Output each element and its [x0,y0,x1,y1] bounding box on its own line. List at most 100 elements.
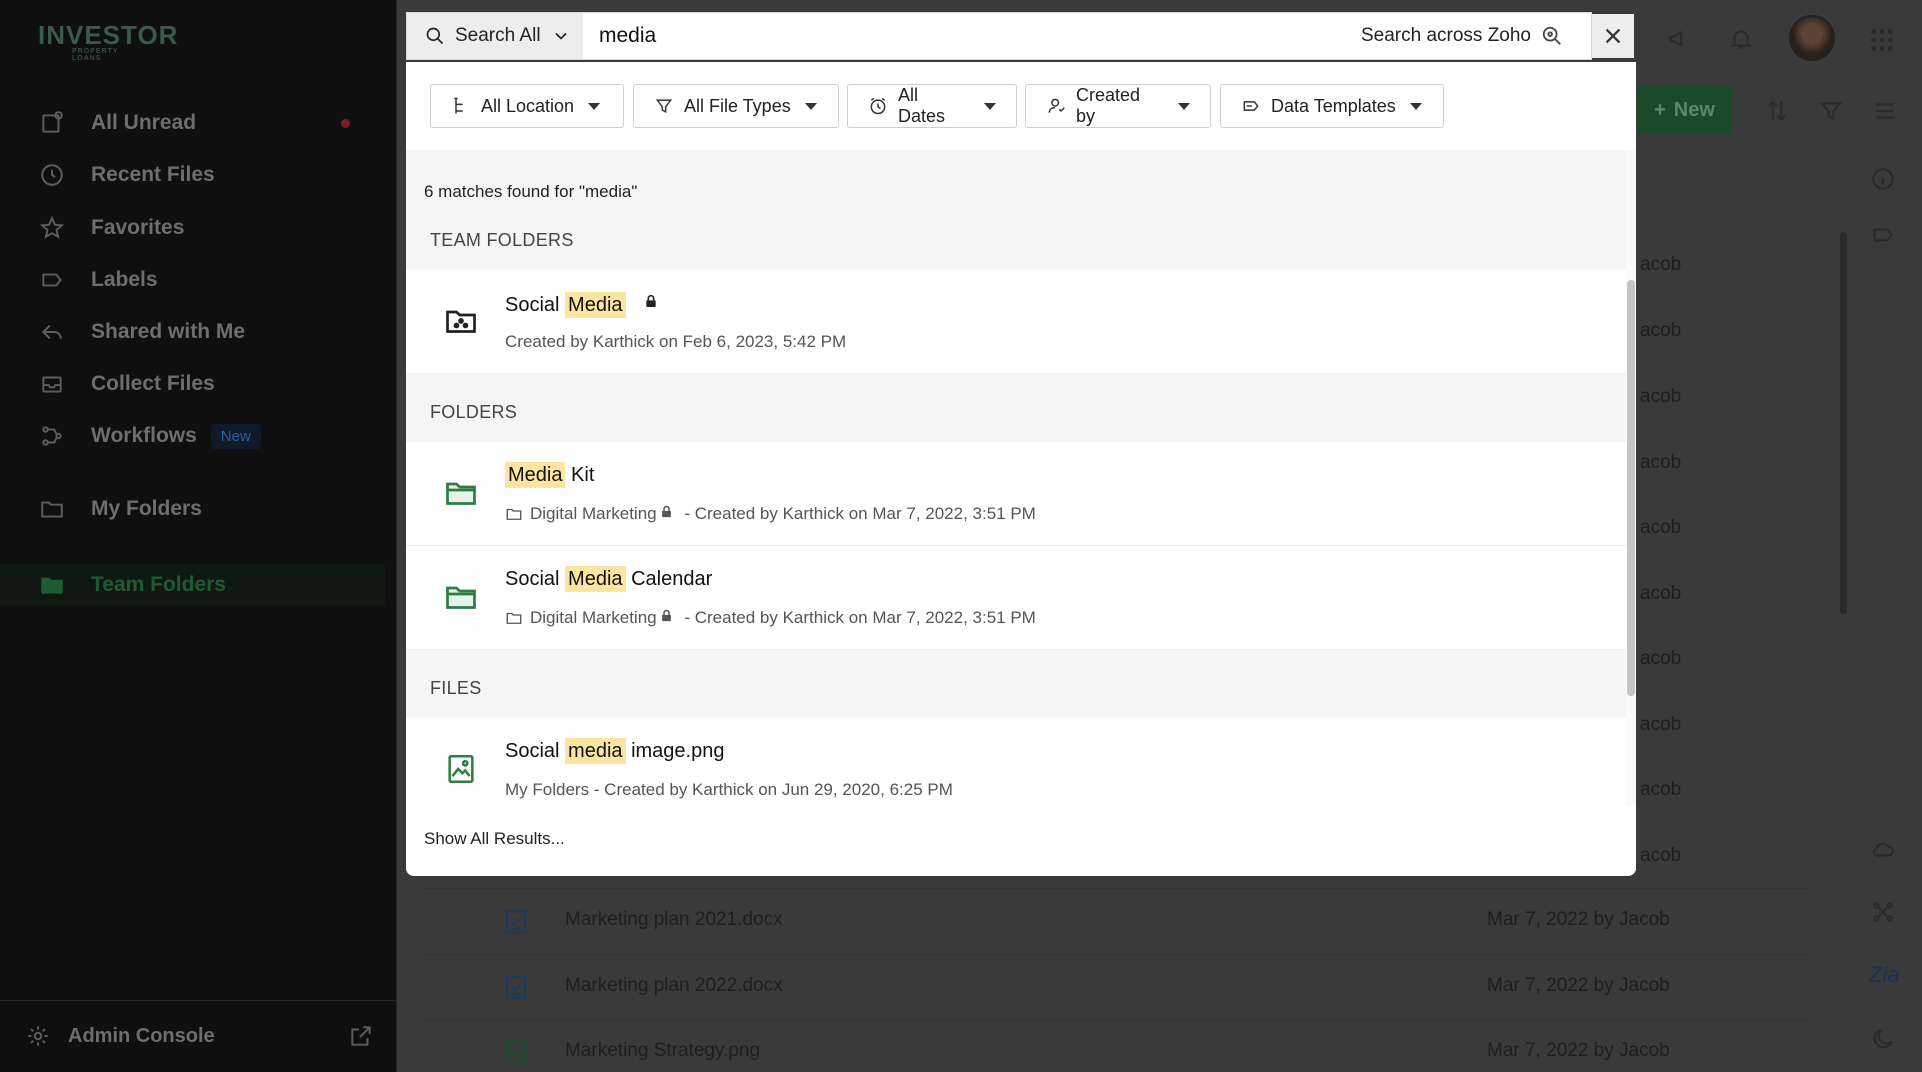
result-item-team-folder[interactable]: Social Media Created by Karthick on Feb … [406,270,1626,374]
filter-location-dropdown[interactable]: All Location [430,84,624,128]
admin-console-bar: Admin Console [0,1000,397,1072]
team-folder-small-icon [506,612,522,624]
sidebar-item-label: All Unread [91,111,197,134]
inbox-icon [38,370,66,398]
new-button-label: New [1673,98,1715,121]
show-all-results-link[interactable]: Show All Results... [424,829,565,849]
sidebar-item-label: Labels [91,268,158,291]
row-divider [420,888,1810,889]
filter-data-templates-dropdown[interactable]: Data Templates [1220,84,1444,128]
logo-text: INVESTOR [38,20,179,50]
bell-icon[interactable] [1728,26,1754,57]
megaphone-icon[interactable] [1666,26,1692,57]
cloud-icon[interactable] [1870,836,1896,867]
menu-icon[interactable] [1872,98,1898,129]
avatar[interactable] [1789,15,1835,61]
sidebar-item-label: Recent Files [91,163,215,186]
label-icon [38,266,66,294]
logo-subtext: PROPERTY LOANS [72,48,119,62]
sidebar-item-my-folders[interactable]: My Folders [38,489,368,529]
match-highlight: Media [565,292,626,318]
caret-down-icon [588,102,601,110]
sort-icon[interactable] [1764,98,1790,129]
external-link-icon[interactable] [348,1023,374,1054]
result-item-file[interactable]: Social media image.png My Folders - Crea… [406,718,1626,806]
filter-label: Data Templates [1271,95,1396,116]
row-meta-partial: acob [1640,779,1682,800]
result-subtitle: Digital Marketing - Created by Karthick … [505,504,1036,524]
sidebar-item-favorites[interactable]: Favorites [38,208,368,248]
title-suffix: Kit [565,464,595,486]
team-folder-small-icon [506,508,522,520]
title-prefix: Social [505,294,566,316]
title-prefix: Social [505,568,566,590]
info-icon[interactable] [1870,166,1896,197]
dark-mode-icon[interactable] [1870,1026,1896,1057]
row-meta-partial: acob [1640,452,1682,473]
sidebar-item-all-unread[interactable]: All Unread [38,103,368,143]
main-scrollbar[interactable] [1840,232,1847,614]
share-icon [38,318,66,346]
apps-grid-icon[interactable] [1868,26,1896,59]
new-button[interactable]: + New [1637,86,1732,134]
result-location: Digital Marketing [530,504,657,523]
scrollbar-thumb[interactable] [1627,280,1635,696]
result-location: Digital Marketing [530,608,657,627]
row-meta-partial: acob [1640,648,1682,669]
filter-dates-dropdown[interactable]: All Dates [847,84,1017,128]
sidebar-item-recent-files[interactable]: Recent Files [38,155,368,195]
team-folder-icon [442,302,480,340]
search-scope-dropdown[interactable]: Search All [407,13,583,59]
caret-down-icon [804,102,817,110]
company-logo[interactable]: INVESTOR PROPERTY LOANS [38,20,177,62]
result-item-folder[interactable]: Social Media Calendar Digital Marketing … [406,546,1626,650]
title-suffix: image.png [625,740,725,762]
clock-icon [38,161,66,189]
results-footer [406,806,1636,876]
sidebar-item-shared-with-me[interactable]: Shared with Me [38,312,368,352]
sidebar-item-label: Favorites [91,216,185,239]
workflow-icon [38,422,66,450]
admin-console-link[interactable]: Admin Console [24,1016,354,1056]
sidebar-item-labels[interactable]: Labels [38,260,368,300]
lock-icon [643,292,659,315]
location-tree-icon [454,97,463,114]
sidebar-item-workflows[interactable]: Workflows New [38,416,368,456]
unread-dot [341,118,350,128]
result-created: - Created by Karthick on Mar 7, 2022, 3:… [679,608,1036,627]
file-name: Marketing plan 2022.docx [565,975,783,996]
close-search-button[interactable] [1592,14,1634,58]
sidebar-item-team-folders[interactable]: Team Folders [38,565,368,605]
sidebar-item-label: Shared with Me [91,320,246,343]
sidebar-item-label: Workflows [91,424,197,447]
label-icon[interactable] [1870,222,1896,253]
result-created: - Created by Karthick on Mar 7, 2022, 3:… [679,504,1036,523]
image-file-icon [502,1038,530,1071]
match-highlight: media [565,738,626,764]
gear-icon [24,1022,52,1050]
filter-label: Created by [1075,85,1141,126]
alarm-clock-icon [870,97,886,115]
sidebar-item-label: Team Folders [91,573,226,596]
search-across-zoho-button[interactable]: Search across Zoho [1361,25,1563,47]
row-meta-partial: acob [1640,320,1682,341]
folder-icon [442,474,480,512]
row-meta-partial: acob [1640,386,1682,407]
search-across-zoho-label: Search across Zoho [1360,25,1531,46]
lock-icon [659,608,674,628]
results-scrollbar[interactable] [1626,150,1636,806]
app-window: INVESTOR PROPERTY LOANS All Unread Recen… [0,0,1922,1072]
filter-file-types-dropdown[interactable]: All File Types [633,84,839,128]
section-files: FILES [406,658,1626,718]
integrations-icon[interactable] [1870,899,1896,930]
filter-icon[interactable] [1818,98,1844,129]
zia-icon[interactable]: Zia [1869,962,1900,988]
filter-icon [655,99,673,114]
image-file-icon [442,750,480,788]
result-item-folder[interactable]: Media Kit Digital Marketing - Created by… [406,442,1626,546]
search-input[interactable] [583,13,1361,59]
sidebar-item-collect-files[interactable]: Collect Files [38,364,368,404]
title-prefix: Social [505,740,566,762]
filter-created-by-dropdown[interactable]: Created by [1025,84,1211,128]
row-divider [420,1020,1810,1021]
